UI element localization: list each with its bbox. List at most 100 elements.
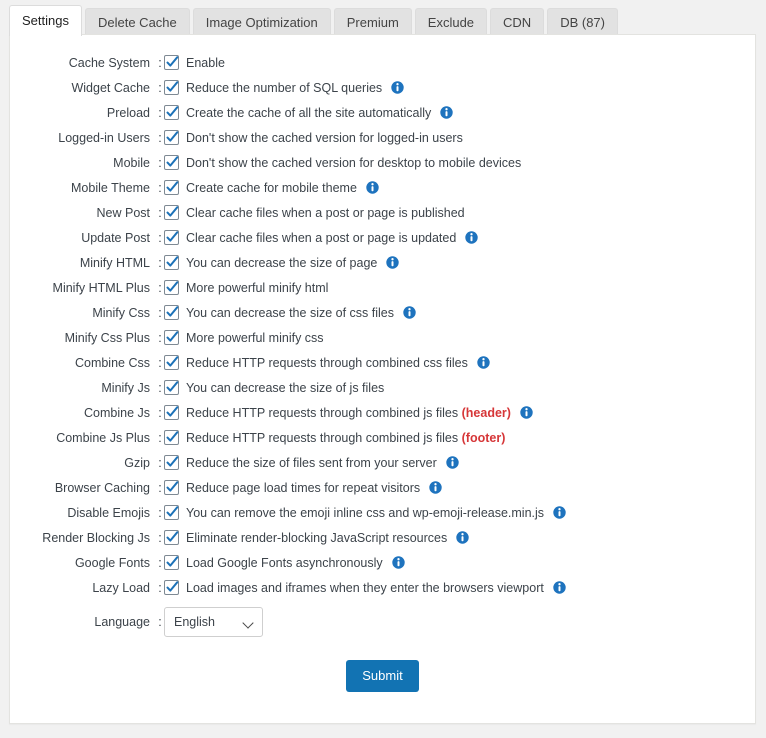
info-icon[interactable] (440, 106, 453, 119)
checkbox-mobile[interactable] (164, 155, 179, 170)
checkbox-preload[interactable] (164, 105, 179, 120)
checkbox-lazy-load[interactable] (164, 580, 179, 595)
setting-row-minify-html-plus: Minify HTML Plus:More powerful minify ht… (10, 275, 755, 300)
label-colon: : (156, 281, 164, 295)
checkbox-widget-cache[interactable] (164, 80, 179, 95)
setting-label-disable-emojis: Disable Emojis (10, 506, 156, 520)
setting-label-mobile-theme: Mobile Theme (10, 181, 156, 195)
label-colon: : (156, 56, 164, 70)
tab-bar: SettingsDelete CacheImage OptimizationPr… (0, 0, 766, 36)
setting-label-minify-js: Minify Js (10, 381, 156, 395)
setting-description-minify-css-plus: More powerful minify css (186, 331, 324, 345)
setting-row-combine-js-plus: Combine Js Plus:Reduce HTTP requests thr… (10, 425, 755, 450)
label-colon: : (156, 256, 164, 270)
setting-row-gzip: Gzip:Reduce the size of files sent from … (10, 450, 755, 475)
checkbox-minify-css-plus[interactable] (164, 330, 179, 345)
tab-delete-cache[interactable]: Delete Cache (85, 8, 190, 36)
checkbox-minify-js[interactable] (164, 380, 179, 395)
setting-row-mobile-theme: Mobile Theme:Create cache for mobile the… (10, 175, 755, 200)
setting-label-minify-css: Minify Css (10, 306, 156, 320)
info-icon[interactable] (553, 581, 566, 594)
label-colon: : (156, 381, 164, 395)
label-colon: : (156, 506, 164, 520)
checkbox-minify-html[interactable] (164, 255, 179, 270)
checkbox-combine-css[interactable] (164, 355, 179, 370)
tab-settings[interactable]: Settings (9, 5, 82, 36)
label-colon: : (156, 331, 164, 345)
setting-description-lazy-load: Load images and iframes when they enter … (186, 581, 544, 595)
checkbox-mobile-theme[interactable] (164, 180, 179, 195)
checkbox-minify-css[interactable] (164, 305, 179, 320)
tab-cdn[interactable]: CDN (490, 8, 544, 36)
setting-description-combine-css: Reduce HTTP requests through combined cs… (186, 356, 468, 370)
checkbox-combine-js[interactable] (164, 405, 179, 420)
tab-db-87[interactable]: DB (87) (547, 8, 618, 36)
setting-description-new-post: Clear cache files when a post or page is… (186, 206, 465, 220)
label-colon: : (156, 615, 164, 629)
language-select[interactable]: English (164, 607, 263, 637)
setting-row-render-blocking-js: Render Blocking Js:Eliminate render-bloc… (10, 525, 755, 550)
setting-row-mobile: Mobile:Don't show the cached version for… (10, 150, 755, 175)
info-icon[interactable] (403, 306, 416, 319)
setting-label-google-fonts: Google Fonts (10, 556, 156, 570)
setting-label-gzip: Gzip (10, 456, 156, 470)
setting-row-widget-cache: Widget Cache:Reduce the number of SQL qu… (10, 75, 755, 100)
info-icon[interactable] (477, 356, 490, 369)
checkbox-combine-js-plus[interactable] (164, 430, 179, 445)
setting-label-language: Language (10, 615, 156, 629)
setting-description-minify-js: You can decrease the size of js files (186, 381, 384, 395)
checkbox-render-blocking-js[interactable] (164, 530, 179, 545)
setting-description-preload: Create the cache of all the site automat… (186, 106, 431, 120)
label-colon: : (156, 456, 164, 470)
checkbox-new-post[interactable] (164, 205, 179, 220)
info-icon[interactable] (391, 81, 404, 94)
label-colon: : (156, 106, 164, 120)
info-icon[interactable] (386, 256, 399, 269)
setting-row-update-post: Update Post:Clear cache files when a pos… (10, 225, 755, 250)
info-icon[interactable] (465, 231, 478, 244)
info-icon[interactable] (366, 181, 379, 194)
setting-description-combine-js: Reduce HTTP requests through combined js… (186, 406, 511, 420)
setting-row-minify-html: Minify HTML:You can decrease the size of… (10, 250, 755, 275)
checkbox-minify-html-plus[interactable] (164, 280, 179, 295)
checkbox-update-post[interactable] (164, 230, 179, 245)
setting-label-minify-css-plus: Minify Css Plus (10, 331, 156, 345)
setting-row-browser-caching: Browser Caching:Reduce page load times f… (10, 475, 755, 500)
setting-label-cache-system: Cache System (10, 56, 156, 70)
tab-exclude[interactable]: Exclude (415, 8, 487, 36)
setting-description-disable-emojis: You can remove the emoji inline css and … (186, 506, 544, 520)
setting-row-disable-emojis: Disable Emojis: You can remove the emoji … (10, 500, 755, 525)
submit-button[interactable]: Submit (346, 660, 418, 692)
setting-row-minify-js: Minify Js: You can decrease the size of j… (10, 375, 755, 400)
checkbox-gzip[interactable] (164, 455, 179, 470)
label-colon: : (156, 406, 164, 420)
checkbox-disable-emojis[interactable] (164, 505, 179, 520)
setting-row-cache-system: Cache System:Enable (10, 50, 755, 75)
checkbox-logged-in-users[interactable] (164, 130, 179, 145)
label-colon: : (156, 581, 164, 595)
setting-row-minify-css: Minify Css:You can decrease the size of … (10, 300, 755, 325)
info-icon[interactable] (456, 531, 469, 544)
setting-label-render-blocking-js: Render Blocking Js (10, 531, 156, 545)
tab-premium[interactable]: Premium (334, 8, 412, 36)
label-colon: : (156, 481, 164, 495)
setting-row-preload: Preload:Create the cache of all the site… (10, 100, 755, 125)
setting-description-browser-caching: Reduce page load times for repeat visito… (186, 481, 420, 495)
setting-description-minify-html-plus: More powerful minify html (186, 281, 328, 295)
language-selected-value: English (174, 608, 215, 636)
setting-description-mobile: Don't show the cached version for deskto… (186, 156, 521, 170)
tab-image-optimization[interactable]: Image Optimization (193, 8, 331, 36)
setting-description-minify-css: You can decrease the size of css files (186, 306, 394, 320)
checkbox-google-fonts[interactable] (164, 555, 179, 570)
description-accent: (header) (462, 406, 511, 420)
setting-label-logged-in-users: Logged-in Users (10, 131, 156, 145)
info-icon[interactable] (520, 406, 533, 419)
chevron-down-icon (244, 619, 253, 624)
info-icon[interactable] (429, 481, 442, 494)
checkbox-cache-system[interactable] (164, 55, 179, 70)
info-icon[interactable] (392, 556, 405, 569)
info-icon[interactable] (446, 456, 459, 469)
checkbox-browser-caching[interactable] (164, 480, 179, 495)
info-icon[interactable] (553, 506, 566, 519)
setting-label-new-post: New Post (10, 206, 156, 220)
